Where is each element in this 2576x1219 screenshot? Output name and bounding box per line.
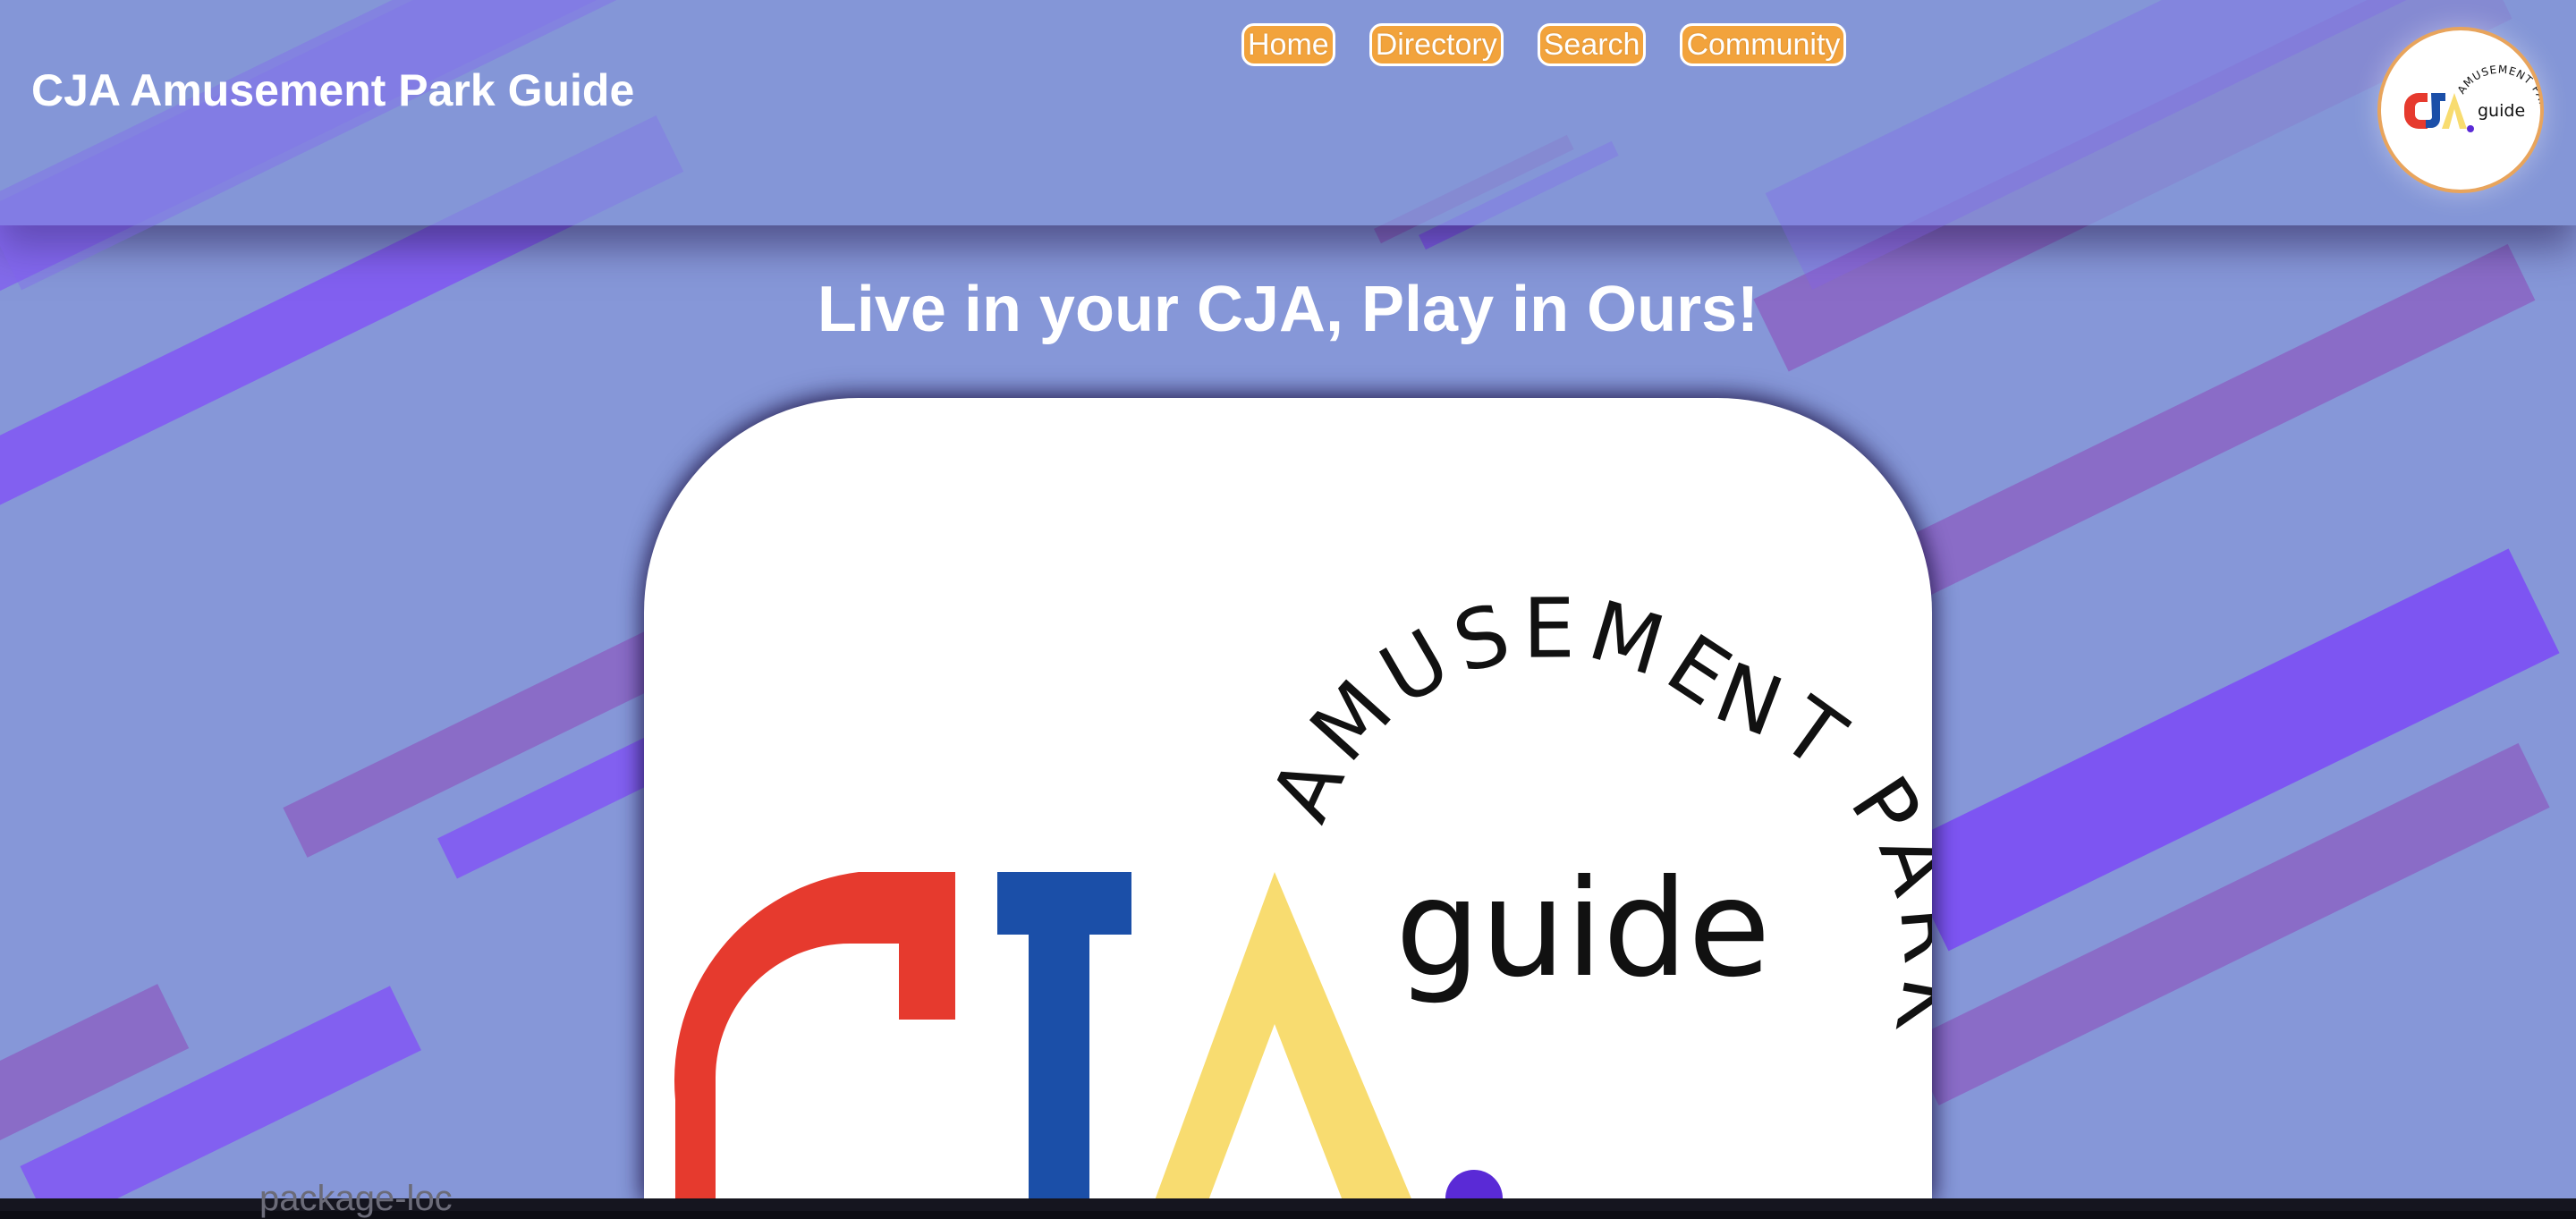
nav-community-button[interactable]: Community — [1680, 23, 1847, 66]
page-viewport: CJA Amusement Park Guide Home Directory … — [0, 0, 2576, 1198]
hero-logo-card: guide AMUSEMENT PARK — [644, 398, 1932, 1198]
nav-search-button[interactable]: Search — [1537, 23, 1647, 66]
logo-letter-a — [1155, 872, 1411, 1198]
header-logo-word: guide — [2478, 101, 2525, 121]
os-taskbar: package-loc — [0, 1179, 2576, 1218]
logo-letter-j — [997, 872, 1131, 1198]
hero-logo-graphic: guide AMUSEMENT PARK — [674, 580, 1932, 1198]
header-stripe — [0, 0, 1067, 291]
site-title: CJA Amusement Park Guide — [31, 65, 635, 115]
nav-directory-button[interactable]: Directory — [1368, 23, 1504, 66]
logo-letter-c — [674, 872, 955, 1198]
nav-home-button[interactable]: Home — [1241, 23, 1335, 66]
logo-dot — [1445, 1170, 1503, 1198]
main-nav: Home Directory Search Community — [1241, 23, 1847, 66]
taskbar-label: package-loc — [259, 1179, 453, 1218]
site-header: CJA Amusement Park Guide Home Directory … — [0, 0, 2576, 291]
logo-word: guide — [1395, 851, 1770, 1007]
header-logo-graphic: guide AMUSEMENT PARK — [2404, 63, 2540, 132]
header-logo[interactable]: guide AMUSEMENT PARK — [2377, 27, 2544, 193]
hero-tagline: Live in your CJA, Play in Ours! — [817, 274, 1759, 345]
